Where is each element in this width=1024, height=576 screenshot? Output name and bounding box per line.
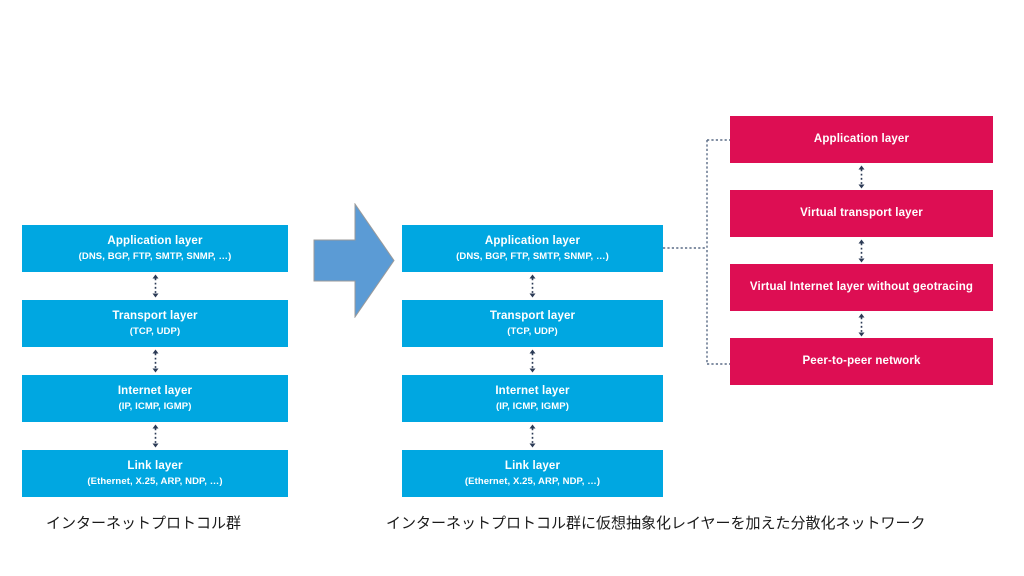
left-layer-link[interactable]: Link layer (Ethernet, X.25, ARP, NDP, …) xyxy=(22,450,288,497)
layer-subtitle: (TCP, UDP) xyxy=(507,325,558,337)
layer-title: Peer-to-peer network xyxy=(802,354,921,367)
middle-layer-application[interactable]: Application layer (DNS, BGP, FTP, SMTP, … xyxy=(402,225,663,272)
layer-title: Link layer xyxy=(127,460,183,473)
right-layer-virtual-internet[interactable]: Virtual Internet layer without geotracin… xyxy=(730,264,993,311)
layer-title: Transport layer xyxy=(112,310,198,323)
layer-title: Application layer xyxy=(813,132,910,145)
layer-subtitle: (IP, ICMP, IGMP) xyxy=(118,400,192,412)
right-link-arrow-3 xyxy=(857,313,866,337)
layer-subtitle: (IP, ICMP, IGMP) xyxy=(495,400,570,412)
right-layer-application[interactable]: Application layer xyxy=(730,116,993,163)
layer-title: Internet layer xyxy=(495,385,570,398)
middle-link-arrow-1 xyxy=(528,274,537,298)
diagram-canvas: Application layer (DNS, BGP, FTP, SMTP, … xyxy=(0,0,1024,576)
left-link-arrow-2 xyxy=(151,349,160,373)
middle-layer-link[interactable]: Link layer (Ethernet, X.25, ARP, NDP, …) xyxy=(402,450,663,497)
transform-arrow-icon xyxy=(313,203,395,318)
layer-subtitle: (Ethernet, X.25, ARP, NDP, …) xyxy=(464,475,601,487)
right-layer-peer-to-peer[interactable]: Peer-to-peer network xyxy=(730,338,993,385)
left-layer-internet[interactable]: Internet layer (IP, ICMP, IGMP) xyxy=(22,375,288,422)
layer-title: Application layer xyxy=(484,235,581,248)
layer-subtitle: (TCP, UDP) xyxy=(129,325,181,337)
middle-layer-transport[interactable]: Transport layer (TCP, UDP) xyxy=(402,300,663,347)
layer-title: Link layer xyxy=(504,460,561,473)
middle-link-arrow-2 xyxy=(528,349,537,373)
left-stack-caption: インターネットプロトコル群 xyxy=(46,514,242,532)
left-link-arrow-3 xyxy=(151,424,160,448)
layer-title: Transport layer xyxy=(489,310,576,323)
layer-title: Virtual transport layer xyxy=(800,206,923,219)
left-link-arrow-1 xyxy=(151,274,160,298)
layer-title: Internet layer xyxy=(117,385,193,398)
layer-title: Virtual Internet layer without geotracin… xyxy=(749,280,974,293)
layer-title: Application layer xyxy=(107,235,203,248)
left-layer-transport[interactable]: Transport layer (TCP, UDP) xyxy=(22,300,288,347)
right-stack-caption: インターネットプロトコル群に仮想抽象化レイヤーを加えた分散化ネットワーク xyxy=(386,514,926,532)
layer-subtitle: (DNS, BGP, FTP, SMTP, SNMP, …) xyxy=(456,250,609,262)
right-layer-virtual-transport[interactable]: Virtual transport layer xyxy=(730,190,993,237)
right-link-arrow-1 xyxy=(857,165,866,189)
layer-subtitle: (DNS, BGP, FTP, SMTP, SNMP, …) xyxy=(78,250,232,262)
middle-layer-internet[interactable]: Internet layer (IP, ICMP, IGMP) xyxy=(402,375,663,422)
dotted-bracket-connector-icon xyxy=(663,138,733,366)
right-link-arrow-2 xyxy=(857,239,866,263)
layer-subtitle: (Ethernet, X.25, ARP, NDP, …) xyxy=(87,475,223,487)
left-layer-application[interactable]: Application layer (DNS, BGP, FTP, SMTP, … xyxy=(22,225,288,272)
middle-link-arrow-3 xyxy=(528,424,537,448)
